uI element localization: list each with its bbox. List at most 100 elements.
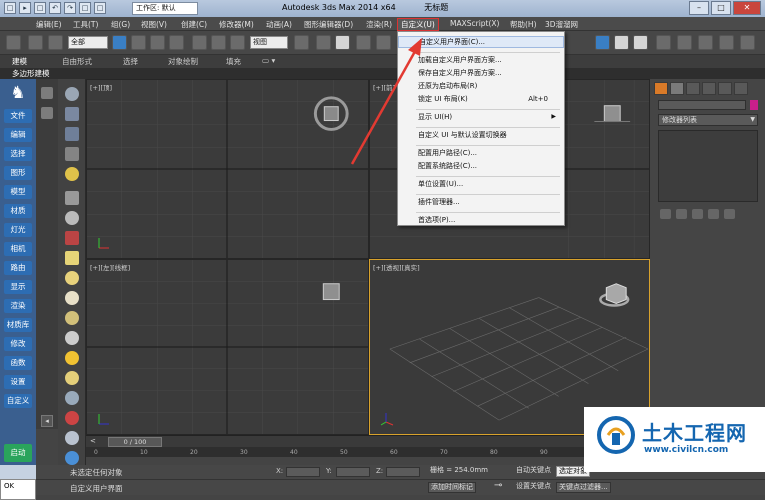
- y-coord-field[interactable]: [336, 467, 370, 477]
- spline-icon[interactable]: [65, 391, 79, 405]
- tab-selection[interactable]: 选择: [123, 56, 138, 67]
- maxscript-mini-listener[interactable]: OK: [0, 479, 36, 500]
- activeshade-icon[interactable]: [740, 35, 755, 50]
- prev-frame-icon[interactable]: <: [90, 437, 96, 445]
- undo-icon[interactable]: ↶: [49, 2, 61, 14]
- gutter-scroll-button[interactable]: ◂: [41, 415, 53, 427]
- tab-object-paint[interactable]: 对象绘制: [168, 56, 198, 67]
- menu-item-units-setup[interactable]: 单位设置(U)...: [398, 178, 564, 190]
- sidebar-item-camera[interactable]: 相机: [4, 242, 32, 256]
- menu-create[interactable]: 创建(C): [181, 19, 207, 30]
- z-coord-field[interactable]: [386, 467, 420, 477]
- sidebar-item-settings[interactable]: 设置: [4, 375, 32, 389]
- rendered-frame-icon[interactable]: [677, 35, 692, 50]
- scale-icon[interactable]: [230, 35, 245, 50]
- hierarchy-tab-icon[interactable]: [686, 82, 700, 95]
- menu-customize[interactable]: 自定义(U): [397, 18, 439, 31]
- sidebar-item-select[interactable]: 选择: [4, 147, 32, 161]
- window-crossing-icon[interactable]: [169, 35, 184, 50]
- menu-group[interactable]: 组(G): [111, 19, 130, 30]
- tab-freeform[interactable]: 自由形式: [62, 56, 92, 67]
- workspace-select[interactable]: 工作区: 默认: [132, 2, 198, 15]
- sphere-icon[interactable]: [65, 271, 79, 285]
- viewport-label[interactable]: [+][左][线框]: [90, 262, 130, 272]
- torus-icon[interactable]: [65, 311, 79, 325]
- rect-selection-icon[interactable]: [150, 35, 165, 50]
- gutter-tool-icon[interactable]: [41, 107, 53, 119]
- render-setup-icon[interactable]: [656, 35, 671, 50]
- menu-item-lock-ui-layout[interactable]: 锁定 UI 布局(K) Alt+0: [398, 93, 564, 105]
- angle-snap-icon[interactable]: [376, 35, 391, 50]
- menu-item-show-ui[interactable]: 显示 UI(H) ▶: [398, 111, 564, 123]
- gutter-tool-icon[interactable]: [41, 87, 53, 99]
- sidebar-item-display[interactable]: 显示: [4, 280, 32, 294]
- ribbon-options-icon[interactable]: ▭ ▾: [262, 56, 275, 65]
- sidebar-item-functions[interactable]: 函数: [4, 356, 32, 370]
- panel-icon[interactable]: [65, 147, 79, 161]
- new-file-icon[interactable]: ▸: [19, 2, 31, 14]
- menu-item-load-ui-scheme[interactable]: 加载自定义用户界面方案...: [398, 54, 564, 66]
- app-menu-icon[interactable]: □: [4, 2, 16, 14]
- viewport-left[interactable]: [+][左][线框]: [86, 259, 369, 435]
- sidebar-item-material[interactable]: 材质: [4, 204, 32, 218]
- key-icon[interactable]: ⊸: [492, 481, 504, 492]
- motion-icon[interactable]: [65, 211, 79, 225]
- tab-modeling[interactable]: 建模: [12, 56, 27, 67]
- viewport-top[interactable]: [+][顶]: [86, 79, 369, 259]
- object-color-swatch[interactable]: [750, 100, 758, 110]
- material-editor-icon[interactable]: [633, 35, 648, 50]
- link-icon[interactable]: [28, 35, 43, 50]
- modifier-list-select[interactable]: 修改器列表 ▼: [658, 114, 758, 126]
- sidebar-item-shapes[interactable]: 图形: [4, 166, 32, 180]
- keyboard-shortcut-icon[interactable]: [335, 35, 350, 50]
- menu-item-revert-startup-layout[interactable]: 还原为启动布局(R): [398, 80, 564, 92]
- sidebar-item-file[interactable]: 文件: [4, 109, 32, 123]
- sidebar-item-modify[interactable]: 修改: [4, 337, 32, 351]
- set-key-button[interactable]: 设置关键点: [514, 482, 553, 493]
- sidebar-item-route[interactable]: 路由: [4, 261, 32, 275]
- sidebar-item-lights[interactable]: 灯光: [4, 223, 32, 237]
- sidebar-item-customize[interactable]: 自定义: [4, 394, 32, 408]
- menu-modifiers[interactable]: 修改器(M): [219, 19, 254, 30]
- menu-item-save-ui-scheme[interactable]: 保存自定义用户界面方案...: [398, 67, 564, 79]
- maxscript-listener-bar[interactable]: [0, 465, 36, 479]
- render-iterative-icon[interactable]: [719, 35, 734, 50]
- menu-item-preferences[interactable]: 首选项(P)...: [398, 214, 564, 226]
- selection-filter-select[interactable]: 全部: [68, 36, 108, 49]
- configure-sets-icon[interactable]: [724, 209, 735, 219]
- menu-graph-editors[interactable]: 图形编辑器(D): [304, 19, 353, 30]
- minimize-button[interactable]: –: [689, 1, 709, 15]
- display-tab-icon[interactable]: [718, 82, 732, 95]
- key-filters-button[interactable]: 关键点过滤器...: [556, 482, 611, 493]
- rotate-icon[interactable]: [211, 35, 226, 50]
- x-coord-field[interactable]: [286, 467, 320, 477]
- close-button[interactable]: ✕: [733, 1, 761, 15]
- menu-animation[interactable]: 动画(A): [266, 19, 292, 30]
- fetch-icon[interactable]: □: [94, 2, 106, 14]
- utilities-icon[interactable]: [65, 231, 79, 245]
- helper-icon[interactable]: [65, 431, 79, 445]
- sidebar-item-edit[interactable]: 编辑: [4, 128, 32, 142]
- remove-modifier-icon[interactable]: [708, 209, 719, 219]
- object-name-field[interactable]: [658, 100, 746, 110]
- reference-coord-select[interactable]: 视图: [250, 36, 288, 49]
- globe-icon[interactable]: [65, 451, 79, 465]
- cone-icon[interactable]: [65, 331, 79, 345]
- sidebar-item-material-library[interactable]: 材质库: [4, 318, 32, 332]
- show-end-result-icon[interactable]: [676, 209, 687, 219]
- plane-icon[interactable]: [65, 251, 79, 265]
- menu-views[interactable]: 视图(V): [141, 19, 167, 30]
- pyramid-icon[interactable]: [65, 371, 79, 385]
- pivot-icon[interactable]: [294, 35, 309, 50]
- sun-icon[interactable]: [65, 351, 79, 365]
- light-bulb-icon[interactable]: [65, 167, 79, 181]
- sidebar-item-model[interactable]: 模型: [4, 185, 32, 199]
- viewport-label[interactable]: [+][顶]: [90, 82, 112, 92]
- pin-stack-icon[interactable]: [660, 209, 671, 219]
- viewport-label[interactable]: [+][前]: [373, 82, 395, 92]
- menu-3d66[interactable]: 3D溜溜网: [545, 19, 578, 30]
- menu-rendering[interactable]: 渲染(R): [366, 19, 392, 30]
- sidebar-item-render[interactable]: 渲染: [4, 299, 32, 313]
- select-by-name-icon[interactable]: [131, 35, 146, 50]
- teapot-icon[interactable]: [65, 87, 79, 101]
